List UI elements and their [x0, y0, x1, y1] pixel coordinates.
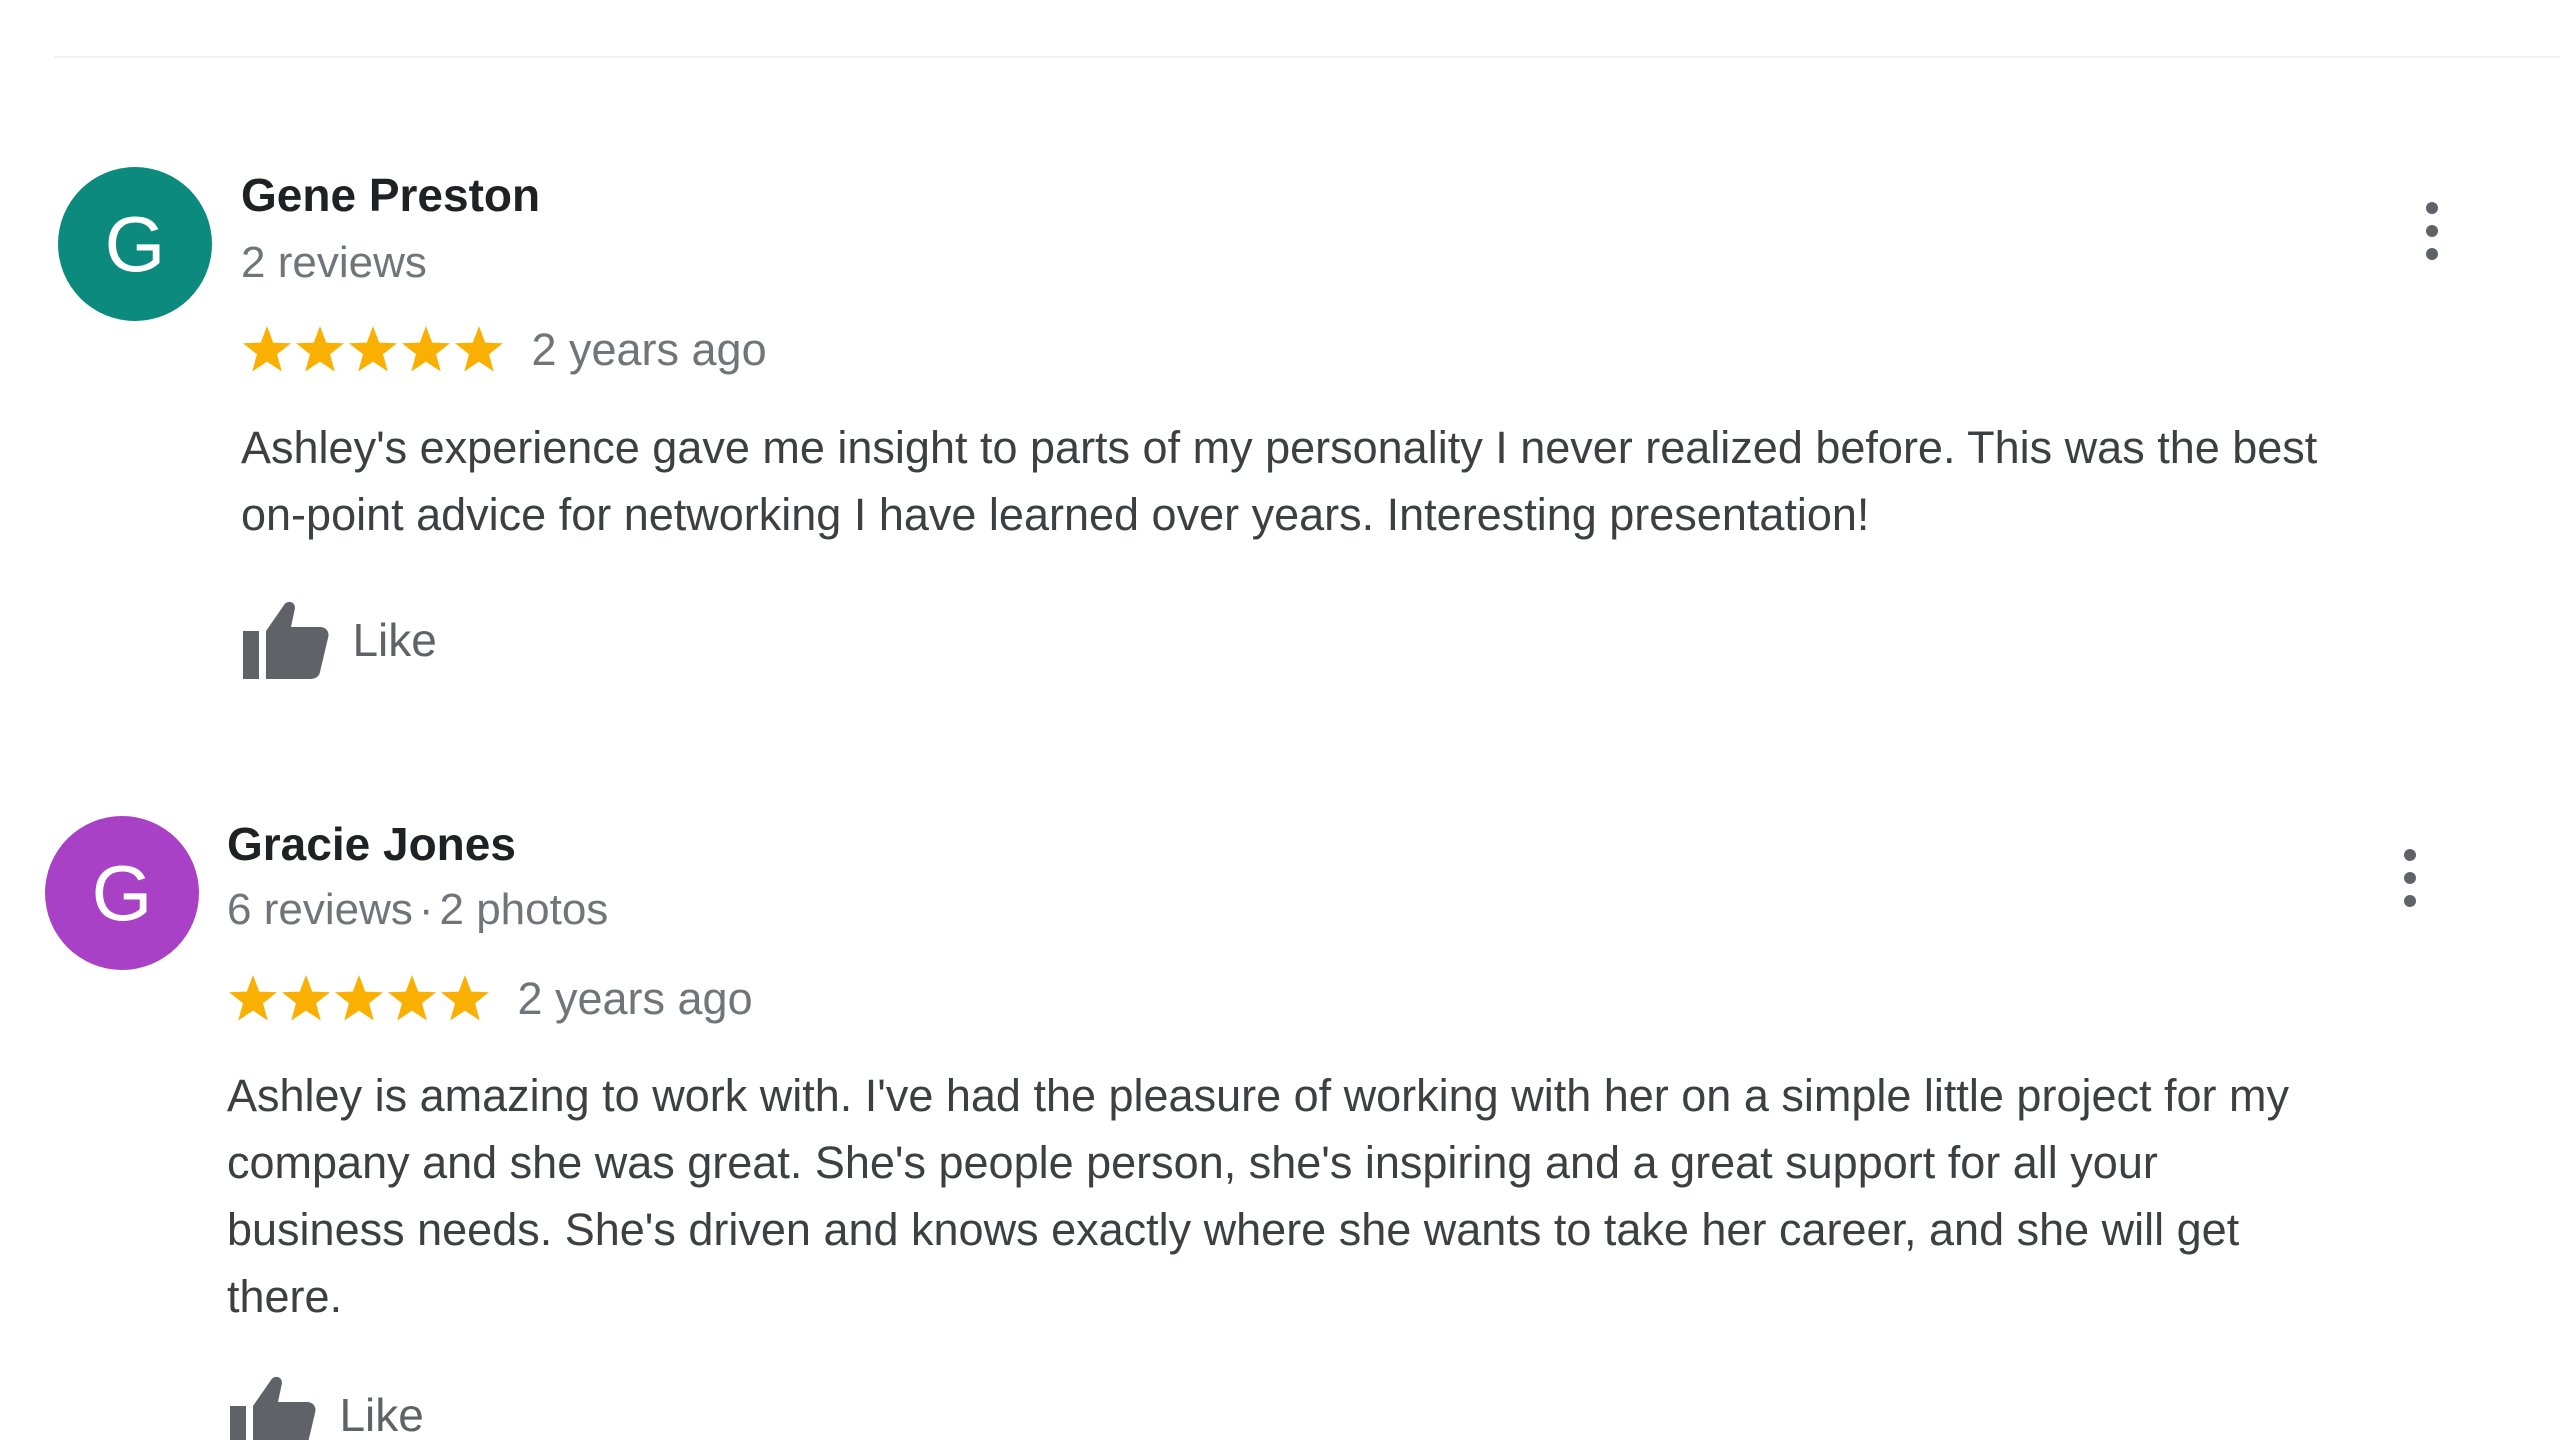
more-options-button[interactable]: [2390, 843, 2430, 913]
photo-count: 2 photos: [439, 885, 609, 934]
star-icon: [441, 975, 489, 1021]
avatar[interactable]: G: [58, 167, 212, 321]
like-label: Like: [352, 614, 437, 666]
thumb-up-icon: [240, 597, 330, 683]
rating-row: 2 years ago: [227, 973, 753, 1033]
reviewer-meta[interactable]: 2 reviews: [241, 236, 427, 290]
avatar[interactable]: G: [45, 816, 199, 970]
review-text: Ashley's experience gave me insight to p…: [241, 422, 2318, 540]
star-icon: [296, 326, 344, 372]
review-time: 2 years ago: [531, 324, 767, 375]
star-icon: [455, 326, 503, 372]
review-time: 2 years ago: [517, 973, 753, 1024]
star-icon: [402, 326, 450, 372]
like-button[interactable]: Like: [227, 1372, 424, 1440]
thumb-up-icon: [227, 1372, 317, 1440]
meta-separator: ·: [418, 885, 434, 934]
star-icon: [388, 975, 436, 1021]
review-text: Ashley is amazing to work with. I've had…: [227, 1070, 2290, 1322]
star-icon: [349, 326, 397, 372]
review-count: 2 reviews: [241, 238, 427, 287]
divider: [54, 56, 2560, 58]
reviews-page: G Gene Preston 2 reviews 2 years ago Ash…: [0, 0, 2560, 1440]
like-label: Like: [339, 1389, 424, 1440]
more-options-button[interactable]: [2412, 196, 2452, 266]
rating-row: 2 years ago: [241, 324, 767, 384]
star-icon: [282, 975, 330, 1021]
more-vert-icon: [2426, 202, 2438, 260]
more-vert-icon: [2404, 849, 2416, 907]
reviewer-name[interactable]: Gene Preston: [241, 168, 540, 222]
star-icon: [243, 326, 291, 372]
like-button[interactable]: Like: [240, 597, 437, 683]
reviewer-name[interactable]: Gracie Jones: [227, 817, 516, 871]
star-rating: [241, 324, 503, 376]
reviewer-meta[interactable]: 6 reviews · 2 photos: [227, 883, 608, 937]
star-icon: [335, 975, 383, 1021]
star-rating: [227, 973, 489, 1025]
review-count: 6 reviews: [227, 885, 413, 934]
star-icon: [229, 975, 277, 1021]
